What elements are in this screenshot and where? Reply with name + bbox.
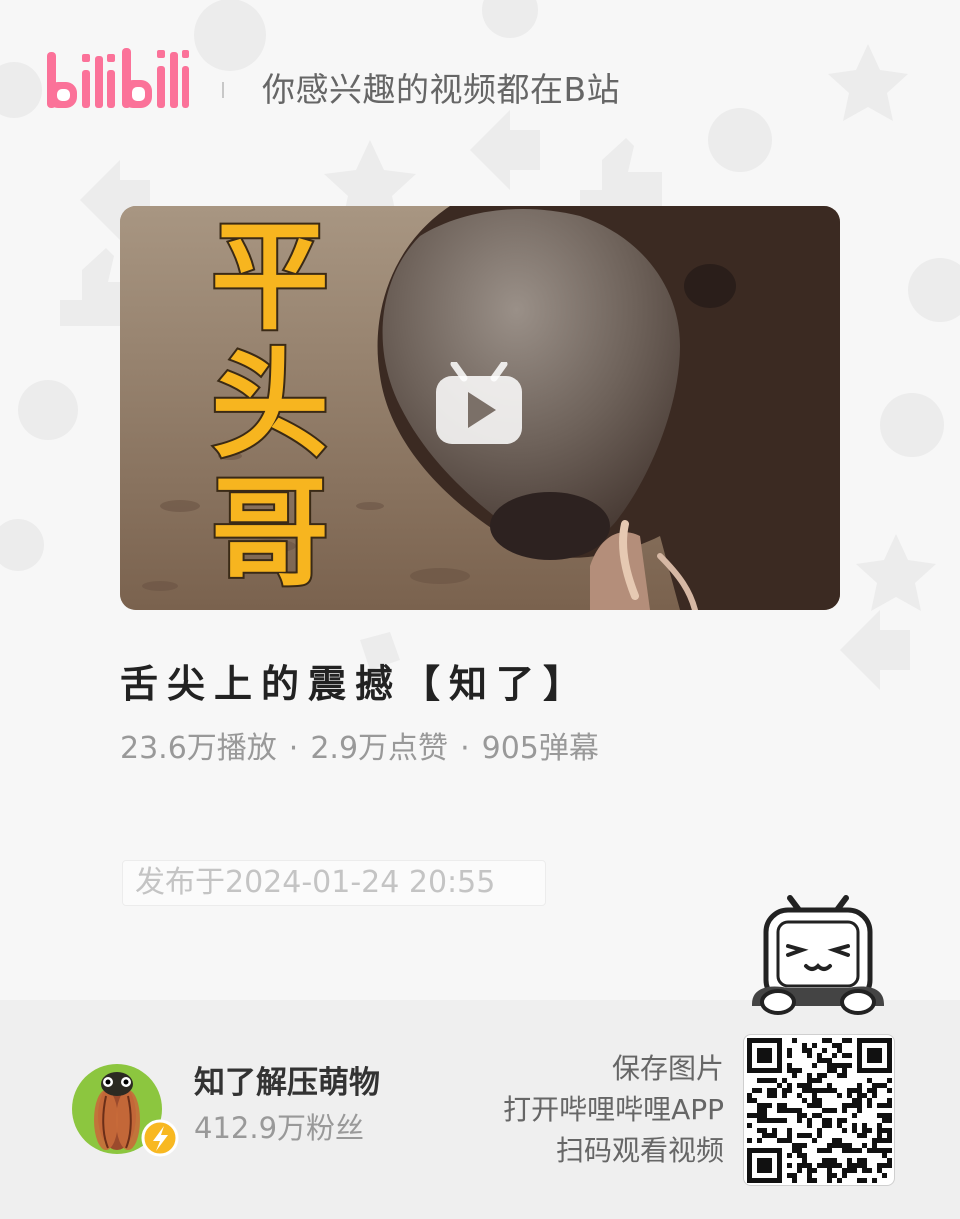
- header-divider: [222, 82, 224, 98]
- qr-hint-line: 扫码观看视频: [555, 1134, 724, 1167]
- qr-finder-pattern: [747, 1038, 782, 1073]
- svg-text:头: 头: [211, 340, 329, 472]
- uploader-name[interactable]: 知了解压萌物: [194, 1062, 380, 1104]
- svg-text:平: 平: [211, 212, 329, 344]
- qr-finder-pattern: [857, 1038, 892, 1073]
- tv-play-icon[interactable]: [434, 362, 524, 446]
- uploader-fan-count: 412.9万粉丝: [194, 1111, 365, 1145]
- tv-mascot-icon: [752, 895, 884, 1015]
- header-slogan: 你感兴趣的视频都在B站: [262, 70, 621, 109]
- thumbnail-title-art: 平 头 哥: [209, 210, 331, 602]
- uploader-avatar[interactable]: [72, 1064, 182, 1164]
- play-count: 23.6万播放: [120, 731, 277, 766]
- publish-date: 发布于2024-01-24 20:55: [122, 860, 546, 906]
- danmaku-count: 905弹幕: [481, 731, 599, 766]
- like-count: 2.9万点赞: [310, 731, 449, 766]
- video-title: 舌尖上的震撼【知了】: [120, 662, 591, 706]
- stats-separator: ·: [460, 731, 470, 766]
- qr-code[interactable]: [743, 1034, 895, 1186]
- qr-finder-pattern: [747, 1148, 782, 1183]
- qr-hint-line: 保存图片: [611, 1052, 724, 1085]
- svg-text:哥: 哥: [211, 468, 329, 600]
- stats-separator: ·: [288, 731, 299, 766]
- video-stats: 23.6万播放 · 2.9万点赞 · 905弹幕: [120, 728, 599, 770]
- qr-instructions: 保存图片 打开哔哩哔哩APP 扫码观看视频: [503, 1048, 724, 1171]
- bilibili-logo: [47, 48, 189, 108]
- lightning-icon: [141, 1119, 179, 1157]
- qr-hint-line: 打开哔哩哔哩APP: [503, 1093, 724, 1126]
- qr-code-image: [747, 1038, 892, 1183]
